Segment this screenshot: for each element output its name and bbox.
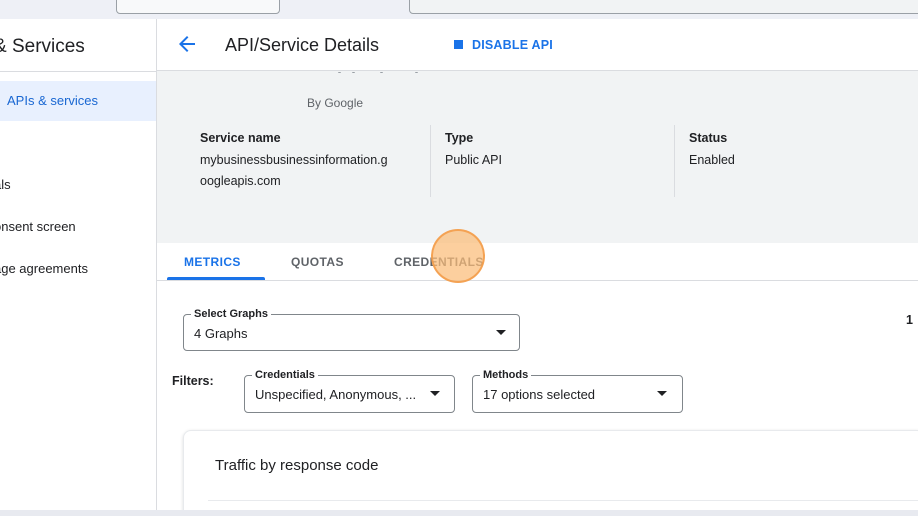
sidebar-item-apis-services[interactable]: APIs & services xyxy=(0,81,156,121)
tab-bar: METRICS QUOTAS CREDENTIALS xyxy=(157,243,918,281)
service-name-value-line2: oogleapis.com xyxy=(200,174,281,188)
status-column: Status Enabled xyxy=(689,131,735,171)
page-header: API/Service Details DISABLE API xyxy=(157,19,918,71)
page-title: API/Service Details xyxy=(225,35,380,55)
sidebar-item-label: APIs & services xyxy=(7,93,99,108)
sidebar-item-label: als xyxy=(0,177,11,192)
methods-filter-label: Methods xyxy=(480,368,532,382)
type-value: Public API xyxy=(445,153,502,167)
divider xyxy=(208,500,918,501)
chart-card-title: Traffic by response code xyxy=(215,457,379,474)
clipped-text: 1 xyxy=(906,313,913,327)
methods-filter-value: 17 options selected xyxy=(483,387,596,402)
service-info-panel: By Google Service name mybusinessbusines… xyxy=(157,71,918,243)
chevron-down-icon xyxy=(657,391,667,396)
column-divider xyxy=(674,125,675,197)
credentials-filter-value: Unspecified, Anonymous, ... xyxy=(255,387,417,402)
chevron-down-icon xyxy=(430,391,440,396)
select-graphs-value: 4 Graphs xyxy=(194,326,248,341)
tab-metrics[interactable]: METRICS xyxy=(184,255,241,269)
active-tab-indicator xyxy=(167,277,265,280)
chevron-down-icon xyxy=(496,330,506,335)
sidebar-item-label: age agreements xyxy=(0,261,88,276)
chart-card: Traffic by response code xyxy=(183,430,918,510)
sidebar: & Services APIs & services als onsent sc… xyxy=(0,19,157,510)
arrow-back-icon[interactable] xyxy=(175,32,199,56)
credentials-filter-label: Credentials xyxy=(252,368,318,382)
sidebar-item-credentials[interactable]: als xyxy=(0,165,156,205)
clipped-text-fragment xyxy=(332,72,422,76)
sidebar-item-oauth-consent-screen[interactable]: onsent screen xyxy=(0,207,156,247)
tab-credentials[interactable]: CREDENTIALS xyxy=(394,255,484,269)
tab-quotas[interactable]: QUOTAS xyxy=(291,255,344,269)
provider-label: By Google xyxy=(307,96,364,110)
divider xyxy=(0,71,156,72)
select-graphs-label: Select Graphs xyxy=(191,307,271,321)
filters-label: Filters: xyxy=(172,374,214,388)
select-graphs-dropdown[interactable]: Select Graphs 4 Graphs xyxy=(183,307,520,351)
status-heading: Status xyxy=(689,131,728,145)
service-name-heading: Service name xyxy=(200,131,281,145)
sidebar-item-label: onsent screen xyxy=(0,219,76,234)
type-heading: Type xyxy=(445,131,474,145)
service-name-column: Service name mybusinessbusinessinformati… xyxy=(200,131,388,192)
service-name-value: mybusinessbusinessinformation.g oogleapi… xyxy=(200,150,388,192)
type-column: Type Public API xyxy=(445,131,502,171)
sidebar-item-page-usage-agreements[interactable]: age agreements xyxy=(0,249,156,289)
methods-filter-dropdown[interactable]: Methods 17 options selected xyxy=(472,368,683,413)
service-name-value-line1: mybusinessbusinessinformation.g xyxy=(200,153,388,167)
disable-api-label: DISABLE API xyxy=(472,38,553,52)
credentials-filter-dropdown[interactable]: Credentials Unspecified, Anonymous, ... xyxy=(244,368,455,413)
main-content: API/Service Details DISABLE API By Googl… xyxy=(157,19,918,510)
status-value: Enabled xyxy=(689,153,735,167)
square-icon xyxy=(454,40,463,49)
browser-top-strip xyxy=(0,0,918,19)
sidebar-title: & Services xyxy=(0,36,85,57)
column-divider xyxy=(430,125,431,197)
search-bar[interactable] xyxy=(409,0,918,14)
disable-api-button[interactable]: DISABLE API xyxy=(454,38,553,54)
project-picker[interactable] xyxy=(116,0,280,14)
